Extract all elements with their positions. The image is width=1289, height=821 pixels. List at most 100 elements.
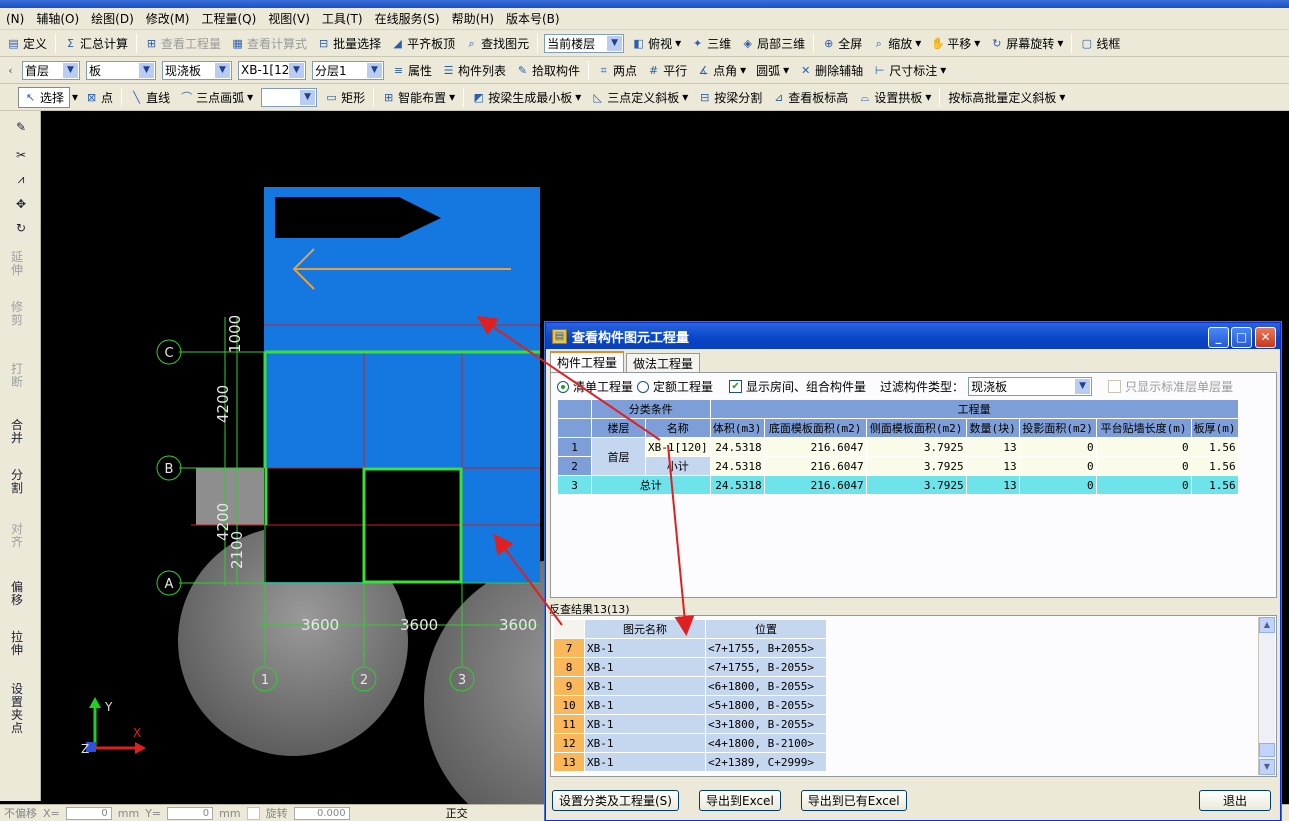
chevron-down-icon: ▼ [1075,379,1091,394]
table-corner [553,619,585,639]
tab-component-qty[interactable]: 构件工程量 [550,351,625,372]
maximize-button[interactable]: □ [1231,327,1252,348]
table-row[interactable]: 11 XB-1 <3+1800, B-2055> [553,714,827,734]
value-cell: 3.7925 [865,437,967,457]
table-row[interactable]: 1 首层 XB-1[120] 24.5318 216.6047 3.7925 1… [557,437,1239,476]
position-cell: <2+1389, C+2999> [705,752,827,772]
filter-type-select[interactable]: 现浇板 ▼ [968,377,1093,396]
group-qty-header: 工程量 [709,399,1239,419]
std-floor-checkbox[interactable] [1108,380,1122,393]
col-element-name-header[interactable]: 图元名称 [584,619,706,639]
col-header[interactable]: 投影面积(m2) [1018,418,1097,438]
element-name-cell: XB-1 [584,657,706,677]
show-room-label: 显示房间、组合构件量 [746,380,867,394]
row-number: 11 [553,714,585,734]
col-header[interactable]: 侧面模板面积(m2) [865,418,967,438]
app-icon: ▤ [552,328,567,344]
element-name-cell: XB-1 [584,695,706,715]
set-category-button[interactable]: 设置分类及工程量(S) [552,790,679,811]
row-number: 1 [557,437,592,457]
row-number: 8 [553,657,585,677]
value-cell: 216.6047 [763,437,867,457]
col-header[interactable]: 体积(m3) [709,418,765,438]
element-name-cell: XB-1 [584,714,706,734]
value-cell: 24.5318 [709,437,765,457]
close-button[interactable]: ✕ [1255,327,1276,348]
table-row[interactable]: 12 XB-1 <4+1800, B-2100> [553,733,827,753]
export-existing-excel-button[interactable]: 导出到已有Excel [800,790,907,811]
dialog-title: 查看构件图元工程量 [572,330,690,346]
table-row[interactable]: 13 XB-1 <2+1389, C+2999> [553,752,827,772]
row-number: 9 [553,676,585,696]
value-cell: 13 [965,475,1020,495]
position-cell: <7+1755, B+2055> [705,638,827,658]
value-cell: 0 [1095,437,1192,457]
exit-button[interactable]: 退出 [1199,790,1271,811]
tab-panel: 清单工程量 定额工程量 ✔ 显示房间、组合构件量 过滤构件类型： 现浇板 ▼ 只显… [550,372,1277,598]
row-number: 7 [553,638,585,658]
value-cell: 13 [965,456,1020,476]
value-cell: 24.5318 [709,475,765,495]
table-row[interactable]: 10 XB-1 <5+1800, B-2055> [553,695,827,715]
reverse-scrollbar[interactable]: ▲ ▼ [1258,617,1275,775]
value-cell: 3.7925 [865,475,967,495]
value-cell: 0 [1018,437,1097,457]
export-excel-button[interactable]: 导出到Excel [698,790,781,811]
group-category-header: 分类条件 [591,399,711,419]
col-header[interactable]: 底面模板面积(m2) [763,418,867,438]
value-cell: 0 [1018,456,1097,476]
options-row: 清单工程量 定额工程量 ✔ 显示房间、组合构件量 过滤构件类型： 现浇板 ▼ 只显… [557,377,1233,396]
table-row[interactable]: 9 XB-1 <6+1800, B-2055> [553,676,827,696]
chevron-up-icon[interactable]: ▲ [1259,617,1275,633]
table-corner [557,399,592,419]
value-cell: 13 [965,437,1020,457]
list-qty-radio[interactable] [557,380,569,393]
value-cell: 1.56 [1190,437,1239,457]
filter-type-value: 现浇板 [971,380,1008,394]
value-cell: 24.5318 [709,456,765,476]
value-cell: 1.56 [1190,456,1239,476]
name-cell: 小计 [645,456,711,476]
reverse-result-table: 图元名称 位置 7 XB-1 <7+1755, B+2055> 8 XB-1 <7+17… [553,619,827,772]
position-cell: <7+1755, B-2055> [705,657,827,677]
row-number: 10 [553,695,585,715]
total-label: 总计 [591,475,711,495]
list-qty-label: 清单工程量 [573,380,634,394]
element-name-cell: XB-1 [584,676,706,696]
table-row[interactable]: 8 XB-1 <7+1755, B-2055> [553,657,827,677]
floor-cell: 首层 [591,437,646,476]
row-number: 13 [553,752,585,772]
value-cell: 0 [1095,475,1192,495]
value-cell: 0 [1018,475,1097,495]
table-row[interactable]: 7 XB-1 <7+1755, B+2055> [553,638,827,658]
scroll-thumb[interactable] [1259,743,1275,757]
quota-qty-label: 定额工程量 [653,380,714,394]
col-position-header[interactable]: 位置 [705,619,827,639]
element-name-cell: XB-1 [584,638,706,658]
row-number: 3 [557,475,592,495]
value-cell: 3.7925 [865,456,967,476]
element-name-cell: XB-1 [584,752,706,772]
chevron-down-icon[interactable]: ▼ [1259,759,1275,775]
quota-qty-radio[interactable] [637,380,650,393]
col-header[interactable]: 数量(块) [965,418,1020,438]
dialog-title-bar[interactable]: ▤ 查看构件图元工程量 [546,323,1280,349]
tab-method-qty[interactable]: 做法工程量 [626,353,701,372]
col-floor-header[interactable]: 楼层 [591,418,646,438]
filter-label: 过滤构件类型： [880,380,965,394]
minimize-button[interactable]: _ [1208,327,1229,348]
col-header[interactable]: 板厚(m) [1190,418,1239,438]
value-cell: 1.56 [1190,475,1239,495]
quantity-table: 分类条件 工程量 楼层 名称 体积(m3) 底面模板面积(m2) 侧面模板面积(… [557,399,1239,495]
total-row[interactable]: 3 总计 24.5318 216.6047 3.7925 13 0 0 1.56 [557,475,1239,495]
position-cell: <5+1800, B-2055> [705,695,827,715]
table-row[interactable]: 2 小计 24.5318 216.6047 3.7925 13 0 0 1.56 [557,456,1239,476]
value-cell: 216.6047 [763,456,867,476]
quantity-dialog: ▤ 查看构件图元工程量 _ □ ✕ 构件工程量 做法工程量 清单工程量 定额工程… [545,322,1281,821]
col-header[interactable]: 平台贴墙长度(m) [1095,418,1192,438]
row-number: 2 [557,456,592,476]
col-name-header[interactable]: 名称 [645,418,711,438]
reverse-result-panel: 图元名称 位置 7 XB-1 <7+1755, B+2055> 8 XB-1 <7+17… [550,615,1277,777]
std-floor-label: 只显示标准层单层量 [1125,380,1234,394]
show-room-checkbox[interactable]: ✔ [729,380,743,393]
